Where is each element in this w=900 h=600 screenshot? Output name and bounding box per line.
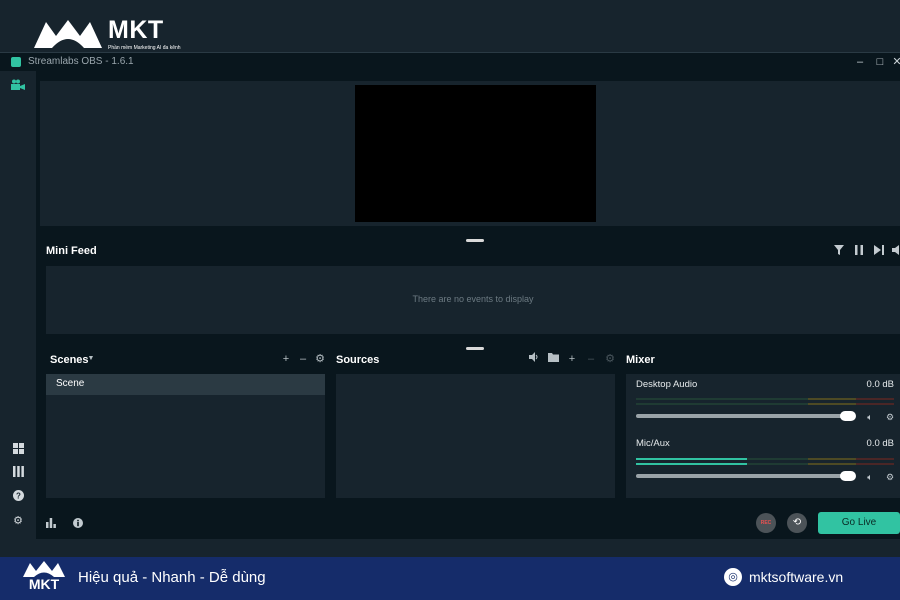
mixer-channel-name: Desktop Audio [636,379,698,390]
brand-name: MKT [108,16,164,44]
mini-feed-panel: There are no events to display [46,266,900,334]
audio-meter [636,463,894,465]
slogan: Hiệu quả - Nhanh - Dễ dùng [78,569,266,586]
audio-meter [636,403,894,405]
mkt-logo-mark [34,20,102,48]
speaker-icon[interactable]: 🔈︎ [864,471,876,483]
mkt-logo: MKT [22,560,66,598]
editor-content: Mini Feed There are no events to display… [36,71,900,539]
scene-settings-icon[interactable]: ⚙ [313,352,327,366]
help-icon[interactable]: ? [10,490,26,506]
channel-settings-icon[interactable]: ⚙ [884,411,896,423]
volume-slider-knob[interactable] [840,471,856,481]
performance-icon[interactable] [44,518,58,532]
brand-header: MKT Phần mềm Marketing AI đa kênh [0,0,900,52]
volume-slider[interactable] [636,471,856,481]
title-bar: Streamlabs OBS - 1.6.1 – □ ✕ [0,53,900,71]
mixer-channel-db: 0.0 dB [866,438,894,449]
filter-icon[interactable] [832,245,846,259]
skip-icon[interactable] [872,245,886,259]
studio-camera-icon[interactable] [10,79,26,95]
chevron-down-icon[interactable]: ▼ [84,352,98,366]
streamlabs-app-icon [11,57,21,67]
channel-settings-icon[interactable]: ⚙ [884,471,896,483]
side-nav: ? ⚙ [0,71,36,539]
mute-icon[interactable] [890,245,900,259]
resize-handle[interactable] [466,239,484,242]
obs-window: Streamlabs OBS - 1.6.1 – □ ✕ ? ⚙ Mini Fe… [0,52,900,539]
scenes-list: Scene [46,374,325,498]
mixer-channel-name: Mic/Aux [636,438,670,449]
brand-name: MKT [28,576,60,592]
window-title: Streamlabs OBS - 1.6.1 [28,56,134,67]
sources-audio-icon[interactable] [527,352,541,366]
remove-source-icon[interactable]: – [584,352,598,366]
resize-handle[interactable] [466,347,484,350]
globe-icon: ◎ [724,568,742,586]
maximize-icon[interactable]: □ [872,54,888,70]
add-scene-icon[interactable]: + [279,352,293,366]
settings-icon[interactable]: ⚙ [10,513,26,529]
audio-meter-fill [636,463,747,465]
remove-scene-icon[interactable]: – [296,352,310,366]
speaker-icon[interactable]: 🔈︎ [864,411,876,423]
source-settings-icon[interactable]: ⚙ [603,352,617,366]
mini-feed-empty-text: There are no events to display [412,294,534,304]
scenes-title[interactable]: Scenes [50,354,89,366]
brand-footer: MKT Hiệu quả - Nhanh - Dễ dùng ◎ mktsoft… [0,557,900,600]
website-link[interactable]: mktsoftware.vn [749,569,843,585]
audio-meter [636,398,894,400]
sources-list [336,374,615,498]
volume-slider[interactable] [636,411,856,421]
replay-buffer-button[interactable]: ⟲ [787,513,807,533]
mkt-logo: MKT Phần mềm Marketing AI đa kênh [32,16,182,52]
themes-icon[interactable] [10,466,26,482]
brand-tagline: Phần mềm Marketing AI đa kênh [108,45,181,51]
mixer-title: Mixer [626,354,655,366]
add-source-icon[interactable]: + [565,352,579,366]
minimize-icon[interactable]: – [852,54,868,70]
audio-meter-fill [636,458,747,460]
mini-feed-title: Mini Feed [46,245,97,257]
info-icon[interactable] [71,518,85,532]
preview-canvas[interactable] [355,85,596,222]
list-item[interactable]: Scene [46,374,325,395]
folder-icon[interactable] [546,352,560,366]
footer-bar: REC ⟲ Go Live [36,511,900,539]
sources-title: Sources [336,354,380,366]
scene-label: Scene [56,378,85,389]
close-icon[interactable]: ✕ [889,54,900,70]
mixer-channel-db: 0.0 dB [866,379,894,390]
record-button[interactable]: REC [756,513,776,533]
preview-area [40,81,900,226]
audio-meter [636,458,894,460]
go-live-button[interactable]: Go Live [818,512,900,534]
mixer-panel: Desktop Audio 0.0 dB 🔈︎ ⚙ Mic/Aux 0.0 dB [626,374,900,498]
layout-icon[interactable] [10,443,26,459]
pause-icon[interactable] [852,245,866,259]
volume-slider-knob[interactable] [840,411,856,421]
svg-text:?: ? [16,492,21,501]
